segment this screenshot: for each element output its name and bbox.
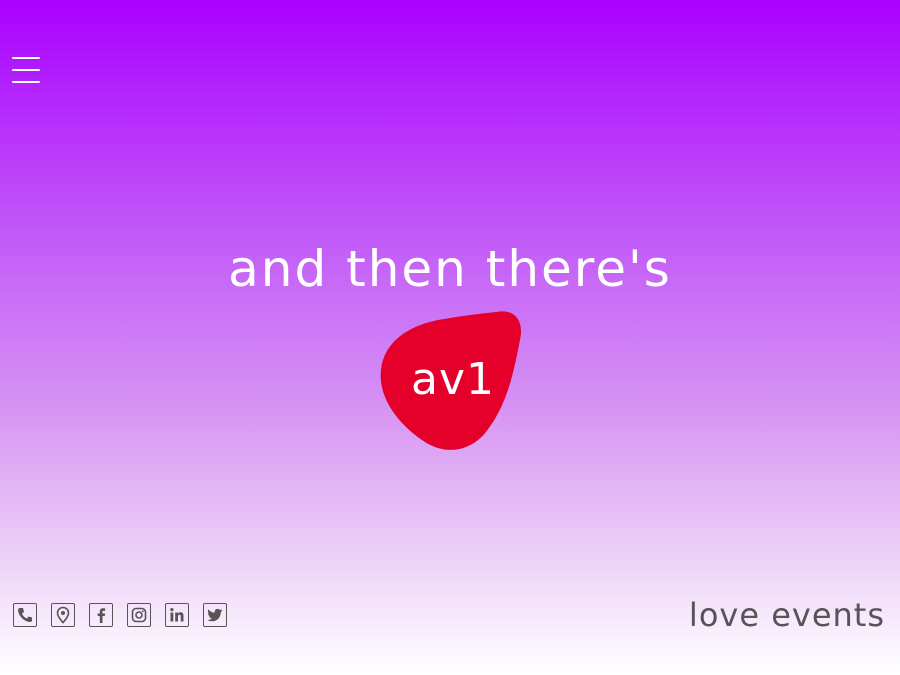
twitter-icon[interactable]: [203, 603, 227, 627]
phone-icon[interactable]: [13, 603, 37, 627]
hero-headline: and then there's: [228, 240, 672, 298]
instagram-icon[interactable]: [127, 603, 151, 627]
hamburger-menu-icon[interactable]: [12, 57, 40, 83]
menu-line: [12, 81, 40, 83]
menu-line: [12, 69, 40, 71]
av1-logo[interactable]: av1: [378, 308, 524, 454]
menu-line: [12, 57, 40, 59]
location-pin-icon[interactable]: [51, 603, 75, 627]
logo-text: av1: [411, 354, 495, 405]
tagline: love events: [688, 596, 885, 634]
linkedin-icon[interactable]: [165, 603, 189, 627]
social-links: [13, 603, 227, 627]
facebook-icon[interactable]: [89, 603, 113, 627]
